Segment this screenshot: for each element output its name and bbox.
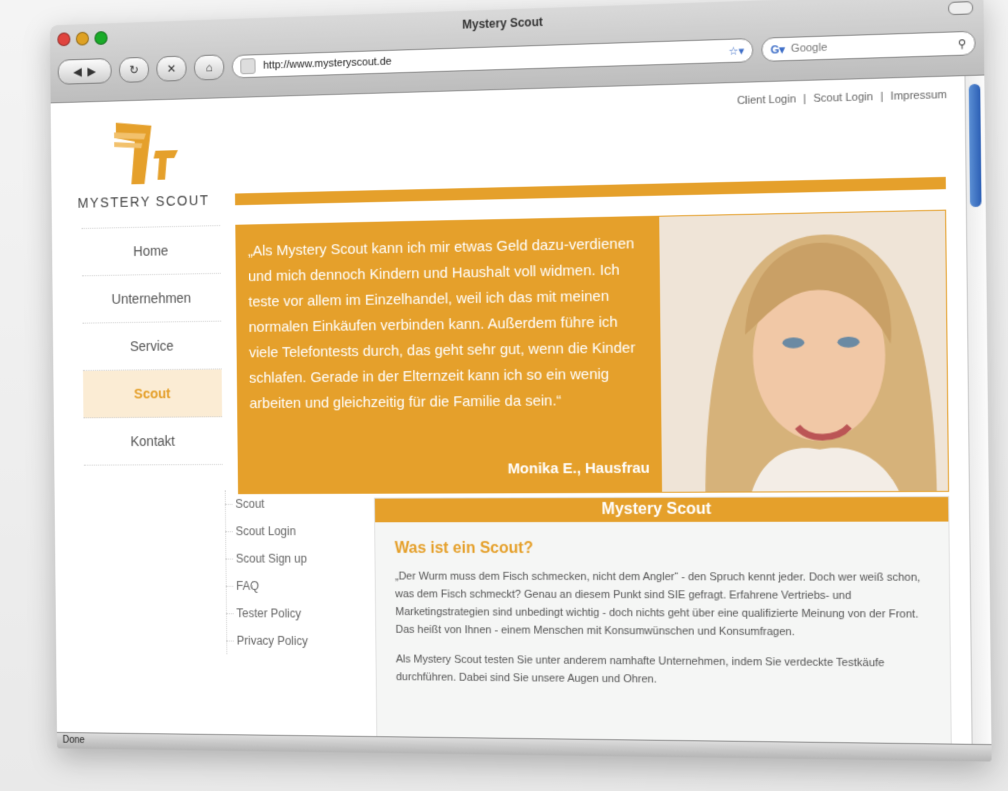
header-orange-bar — [234, 176, 946, 206]
top-separator: | — [803, 92, 807, 106]
content-paragraph: „Der Wurm muss dem Fisch schmecken, nich… — [394, 570, 921, 639]
stop-icon: ✕ — [166, 61, 177, 76]
site-favicon-icon — [240, 58, 256, 75]
quote-text: „Als Mystery Scout kann ich mir etwas Ge… — [247, 235, 636, 413]
subnav-item-privacy-policy[interactable]: Privacy Policy — [227, 627, 371, 655]
reload-icon: ↻ — [129, 62, 139, 77]
address-bar[interactable]: http://www.mysteryscout.de ☆▾ — [231, 37, 754, 79]
content-title: Was ist ein Scout? — [394, 540, 534, 557]
scout-login-link[interactable]: Scout Login — [813, 91, 873, 105]
browser-window: Mystery Scout ◀ ▶ ↻ ✕ ⌂ http://www.myste… — [49, 0, 992, 762]
subnav-item-tester-policy[interactable]: Tester Policy — [227, 600, 371, 628]
site-logo[interactable]: MYSTERY SCOUT — [77, 114, 218, 215]
nav-item-home[interactable]: Home — [81, 225, 221, 277]
web-page: Client Login | Scout Login | Impressum M… — [50, 76, 973, 745]
subnav-item-faq[interactable]: FAQ — [227, 572, 371, 600]
stage: Mystery Scout ◀ ▶ ↻ ✕ ⌂ http://www.myste… — [0, 0, 1008, 791]
search-icon[interactable]: ⚲ — [958, 37, 967, 51]
nav-item-scout[interactable]: Scout — [82, 369, 223, 419]
subnav-item-scout-sign-up[interactable]: Scout Sign up — [226, 545, 370, 573]
hero-banner: „Als Mystery Scout kann ich mir etwas Ge… — [235, 209, 950, 495]
home-button[interactable]: ⌂ — [193, 54, 225, 81]
nav-item-unternehmen[interactable]: Unternehmen — [82, 273, 222, 324]
brand-name: MYSTERY SCOUT — [77, 192, 210, 211]
subnav-item-scout[interactable]: Scout — [226, 490, 370, 518]
impressum-link[interactable]: Impressum — [890, 89, 947, 103]
search-box[interactable]: G▾ Google ⚲ — [761, 30, 976, 62]
nav-item-service[interactable]: Service — [82, 321, 222, 371]
logo-mark-icon — [114, 121, 179, 185]
forward-icon[interactable]: ▶ — [87, 64, 96, 78]
content-header: Mystery Scout — [374, 497, 949, 523]
nav-item-kontakt[interactable]: Kontakt — [83, 417, 223, 466]
content-paragraph: Als Mystery Scout testen Sie unter ander… — [395, 653, 885, 686]
testimonial-photo — [659, 210, 949, 492]
back-icon[interactable]: ◀ — [73, 65, 82, 79]
bookmark-star-icon[interactable]: ☆▾ — [728, 44, 745, 58]
client-login-link[interactable]: Client Login — [737, 93, 796, 107]
toolbar-toggle-button[interactable] — [948, 1, 974, 16]
content-body: Was ist ein Scout? „Der Wurm muss dem Fi… — [375, 522, 950, 723]
scrollbar-thumb[interactable] — [968, 83, 982, 208]
back-forward-buttons[interactable]: ◀ ▶ — [57, 58, 112, 85]
testimonial-quote: „Als Mystery Scout kann ich mir etwas Ge… — [236, 216, 663, 494]
sub-navigation: Scout Scout Login Scout Sign up FAQ Test… — [224, 489, 371, 656]
woman-portrait-image — [659, 210, 949, 492]
address-text: http://www.mysteryscout.de — [263, 55, 392, 72]
home-icon: ⌂ — [205, 60, 213, 75]
content-panel: Mystery Scout Was ist ein Scout? „Der Wu… — [373, 495, 952, 745]
quote-author: Monika E., Hausfrau — [507, 459, 650, 478]
search-placeholder: Google — [790, 41, 828, 55]
search-engine-icon[interactable]: G▾ — [770, 42, 784, 57]
top-separator: | — [880, 90, 884, 104]
subnav-item-scout-login[interactable]: Scout Login — [226, 517, 370, 545]
reload-button[interactable]: ↻ — [118, 56, 150, 83]
main-navigation: Home Unternehmen Service Scout Kontakt — [81, 225, 223, 466]
stop-button[interactable]: ✕ — [156, 55, 187, 82]
top-links: Client Login | Scout Login | Impressum — [735, 89, 949, 107]
